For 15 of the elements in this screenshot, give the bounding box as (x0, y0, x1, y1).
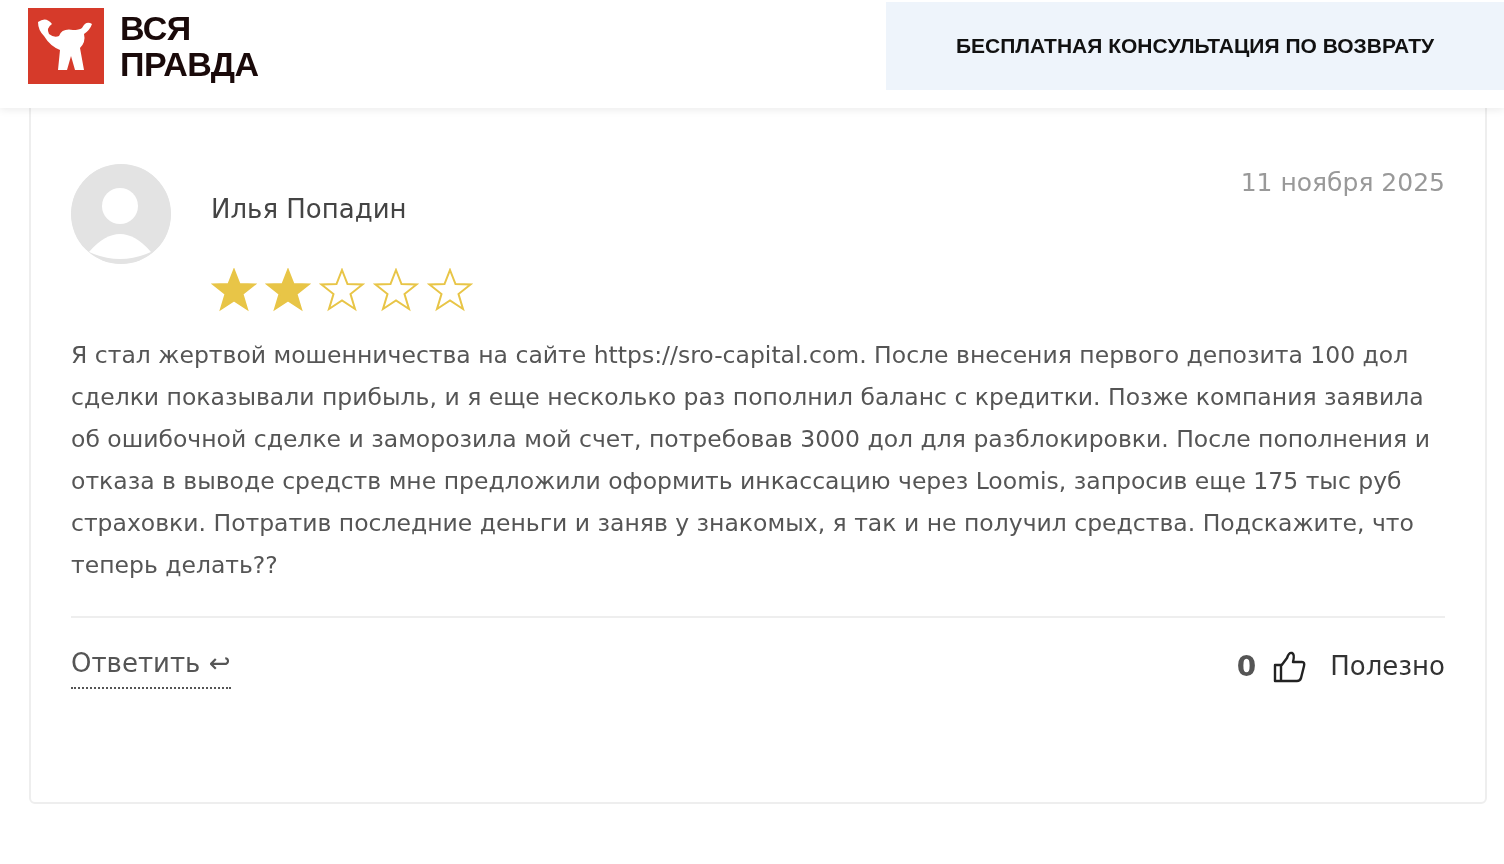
filled-star-icon (265, 268, 311, 312)
useful-count: 0 (1236, 648, 1257, 685)
consultation-button[interactable]: БЕСПЛАТНАЯ КОНСУЛЬТАЦИЯ ПО ВОЗВРАТУ (886, 2, 1504, 90)
useful-label[interactable]: Полезно (1330, 647, 1445, 686)
review-date: 11 ноября 2025 (1240, 167, 1445, 199)
filled-star-icon (211, 268, 257, 312)
empty-star-icon (319, 268, 365, 312)
logo-text[interactable]: ВСЯ ПРАВДА (120, 10, 259, 82)
empty-star-icon (373, 268, 419, 312)
review-text: Я стал жертвой мошенничества на сайте https://sro-capital.com. После внесения первого депозита 100 дол сделки показывали прибыль, и я еще несколько раз пополнил баланс с кредитки. Позже компания заявила об ошибочной сделке и заморозила мой счет, потребовав 3000 дол для разблокировки. После пополнения и отказа в выводе средств мне предложили оформить инкассацию через Loomis, запросив еще 175 тыс руб страховки. Потратив последние деньги и заняв у знакомых, я так и не получил средства. Подскажите, что теперь делать?? (71, 340, 1431, 581)
reply-link[interactable]: Ответить ↩ (71, 644, 231, 689)
thumbs-up-icon[interactable] (1272, 649, 1307, 684)
empty-star-icon (427, 268, 473, 312)
author-name: Илья Попадин (211, 193, 407, 226)
bear-logo-icon (28, 8, 104, 84)
